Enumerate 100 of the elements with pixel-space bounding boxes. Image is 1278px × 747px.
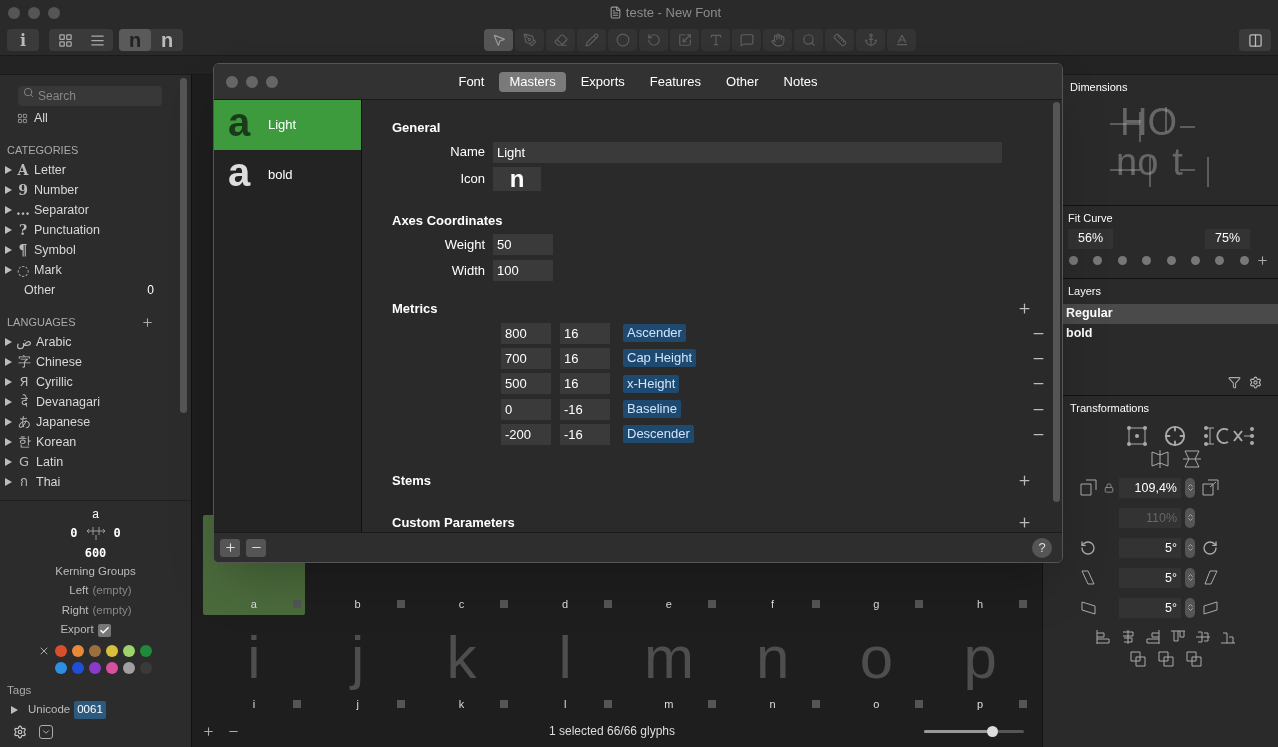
sidebar-item[interactable]: Thai — [36, 472, 61, 492]
script-glyph-icon: 한 — [16, 432, 32, 452]
tab[interactable]: Notes — [773, 71, 828, 92]
glyph-cell[interactable]: e — [618, 515, 720, 615]
master-item[interactable]: a Light — [214, 100, 361, 150]
name-field[interactable]: Light — [493, 141, 1002, 163]
glyph-label: n — [769, 696, 776, 712]
section-heading: Stems — [392, 472, 433, 490]
sample-text: no — [1116, 141, 1159, 182]
sidebar-item[interactable]: Symbol — [34, 240, 175, 260]
field-label: Export — [60, 622, 94, 638]
glyph-label: p — [977, 696, 984, 712]
sidebar-item[interactable]: All — [0, 108, 180, 128]
transform-field[interactable]: 5° — [1119, 567, 1181, 588]
tab[interactable]: Exports — [570, 71, 635, 92]
percentage-field[interactable]: 56% — [1068, 228, 1113, 249]
sidebar-item[interactable]: Cyrillic — [36, 372, 73, 392]
glyph-preview-button[interactable]: n — [151, 29, 183, 51]
panel-title: Layers — [1067, 284, 1103, 299]
metric-tag[interactable]: Descender — [623, 425, 694, 444]
sidebar-item[interactable]: Japanese — [36, 412, 91, 432]
tab[interactable]: Masters — [499, 71, 566, 92]
sidebar-item[interactable]: Korean — [36, 432, 77, 452]
left-sidebearing: 0 — [70, 525, 78, 542]
transform-field[interactable]: 5° — [1119, 537, 1181, 558]
master-glyph-icon: a — [224, 158, 254, 192]
field-label: Right — [60, 603, 89, 618]
icon-well[interactable]: n — [493, 166, 541, 191]
category-glyph-icon: … — [16, 199, 30, 221]
glyph-label: b — [354, 596, 361, 612]
overshoot-field[interactable]: -16 — [560, 398, 610, 420]
kerning-value[interactable]: (empty) — [92, 580, 155, 600]
transform-field[interactable]: 109,4% — [1119, 477, 1181, 498]
sidebar-item[interactable]: Devanagari — [36, 392, 100, 412]
glyph-label: o — [873, 696, 880, 712]
metric-tag[interactable]: x-Height — [623, 374, 680, 393]
metric-field[interactable]: 500 — [501, 373, 551, 395]
metric-tag[interactable]: Cap Height — [623, 349, 697, 368]
glyph-cell[interactable]: h — [929, 515, 1031, 615]
sidebar-item[interactable]: Number — [34, 180, 175, 200]
script-glyph-icon: あ — [16, 412, 32, 432]
glyph-name: a — [92, 506, 99, 522]
sidebar-item[interactable]: Mark — [34, 260, 175, 280]
category-glyph-icon: 9 — [16, 179, 30, 201]
master-item[interactable]: a bold — [214, 150, 361, 200]
tags-label: Tags — [7, 683, 33, 698]
panel-title: Dimensions — [1070, 81, 1128, 93]
item-count: 0 — [147, 282, 155, 299]
sidebar-item[interactable]: Other — [24, 280, 144, 300]
overshoot-field[interactable]: 16 — [560, 373, 610, 395]
sample-text: HO — [1119, 101, 1177, 142]
category-glyph-icon: ? — [16, 219, 30, 241]
overshoot-field[interactable]: 16 — [560, 322, 610, 344]
glyph-label: i — [252, 696, 256, 712]
tab[interactable]: Other — [716, 71, 769, 92]
field-label: Left — [68, 583, 89, 598]
sidebar-item[interactable]: Latin — [36, 452, 64, 472]
glyph-label: a — [250, 596, 257, 612]
metric-tag[interactable]: Ascender — [623, 324, 686, 343]
sidebar-item[interactable]: Separator — [34, 200, 175, 220]
search-field[interactable]: Search — [18, 86, 162, 106]
metric-field[interactable]: 700 — [501, 347, 551, 369]
glyph-label: e — [665, 596, 672, 612]
field-label: Name — [449, 143, 486, 162]
tab[interactable]: Font — [448, 71, 495, 92]
info-button[interactable]: i — [7, 29, 39, 51]
field-label: Icon — [459, 170, 486, 189]
script-glyph-icon: दे — [16, 392, 32, 412]
unicode-value[interactable]: 0061 — [74, 701, 106, 719]
category-glyph-icon: ¶ — [16, 239, 30, 261]
metric-field[interactable]: 0 — [501, 398, 551, 420]
glyph-cell[interactable]: d — [514, 515, 616, 615]
sidebar-item[interactable]: Arabic — [36, 332, 72, 352]
section-heading: Metrics — [392, 299, 439, 318]
axis-field[interactable]: 50 — [493, 234, 553, 256]
help-button[interactable]: ? — [1032, 537, 1052, 558]
metric-field[interactable]: 800 — [501, 322, 551, 344]
metric-field[interactable]: -200 — [501, 423, 551, 445]
glyph-cell[interactable]: f — [721, 515, 824, 615]
sample-text: t — [1172, 141, 1183, 182]
overshoot-field[interactable]: 16 — [560, 347, 610, 369]
sidebar-item[interactable]: Letter — [34, 160, 175, 180]
sidebar-item[interactable]: Punctuation — [34, 220, 175, 240]
master-glyph-icon: a — [224, 108, 254, 142]
axis-field[interactable]: 100 — [493, 259, 553, 281]
glyph-cell[interactable]: g — [825, 515, 928, 615]
kerning-value[interactable]: (empty) — [92, 600, 155, 620]
section-heading: Axes Coordinates — [392, 211, 504, 230]
metric-tag[interactable]: Baseline — [623, 400, 681, 419]
status-text: 1 selected 66/66 glyphs — [547, 723, 677, 740]
window-title: teste - New Font — [625, 3, 722, 22]
tab[interactable]: Features — [639, 71, 712, 92]
glyph-label: c — [458, 596, 465, 612]
sidebar-item[interactable]: Chinese — [36, 352, 82, 372]
transform-field[interactable]: 5° — [1119, 597, 1181, 618]
glyph-label: j — [356, 696, 359, 712]
percentage-field[interactable]: 75% — [1205, 228, 1250, 249]
glyph-label: f — [771, 596, 775, 612]
overshoot-field[interactable]: -16 — [560, 423, 610, 445]
section-heading: General — [392, 119, 442, 137]
